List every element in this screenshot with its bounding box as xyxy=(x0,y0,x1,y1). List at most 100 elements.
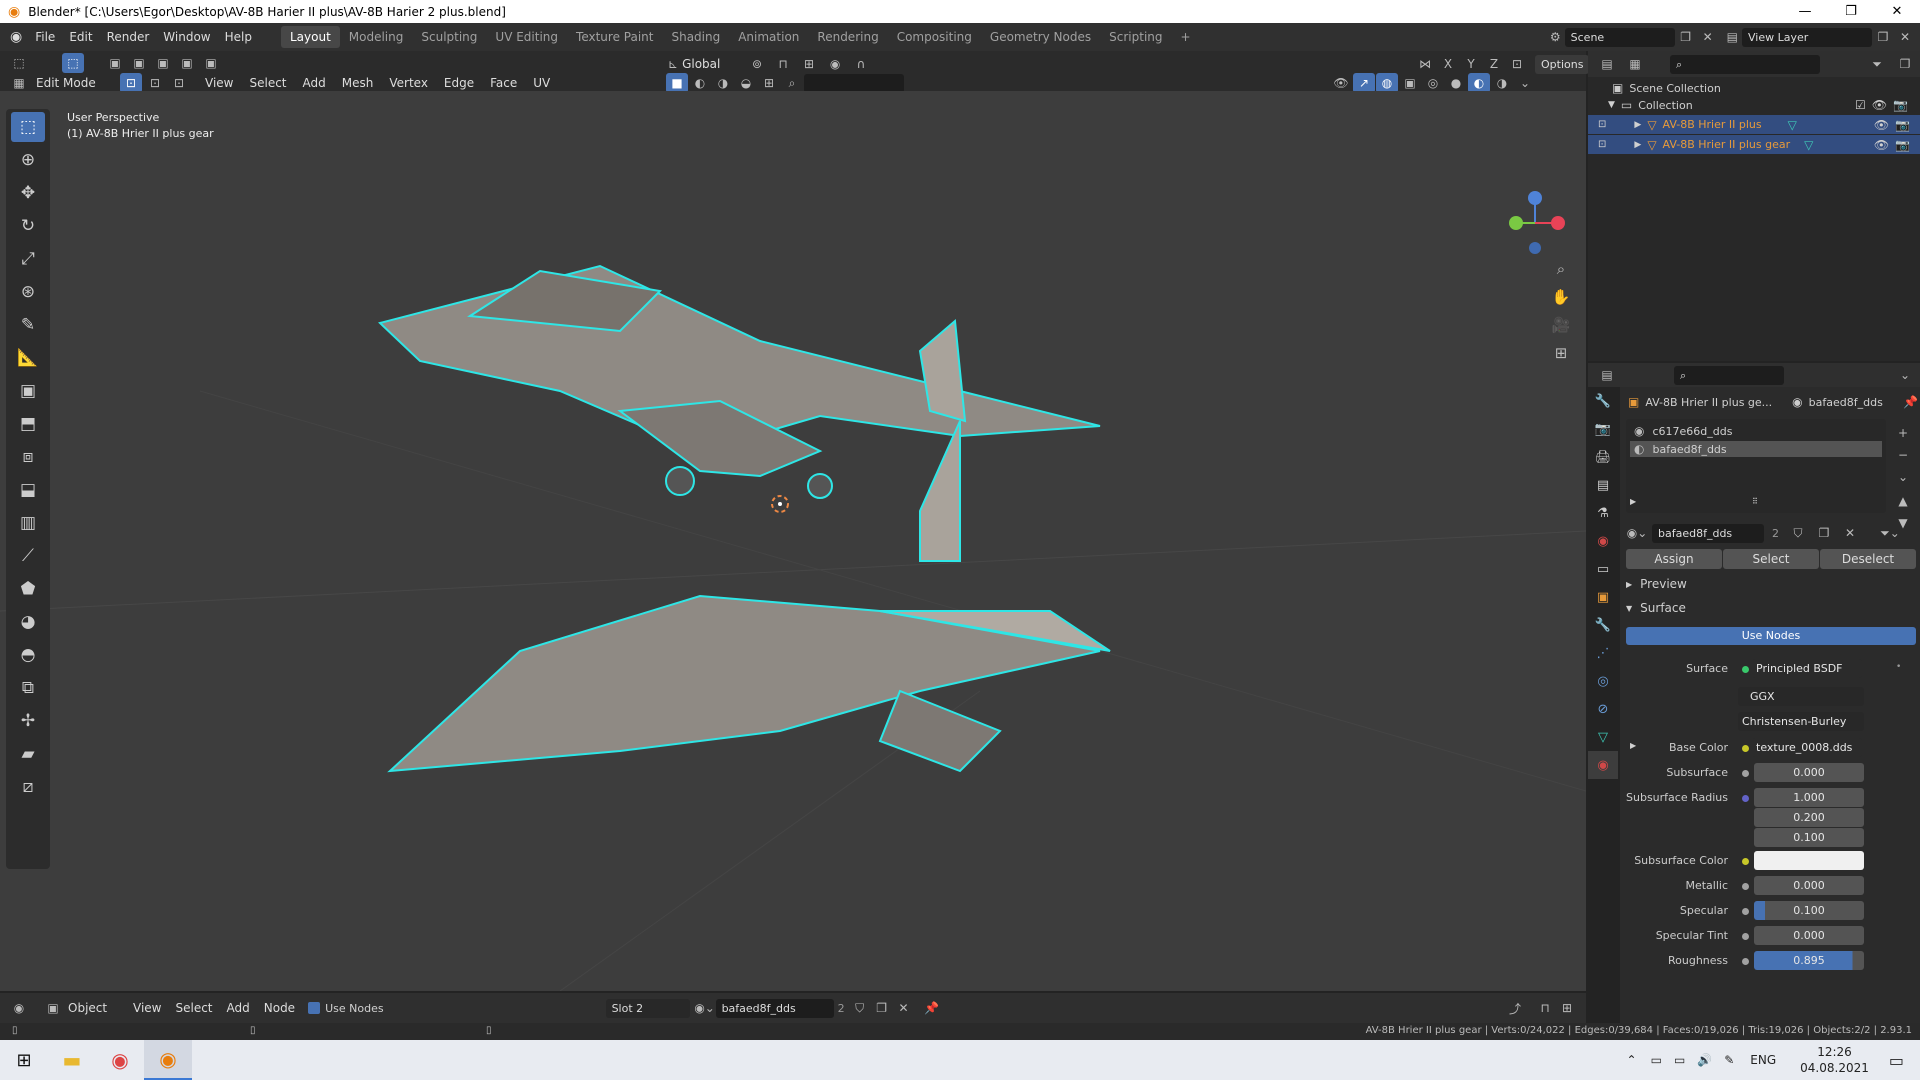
slot-specials-icon[interactable]: ⌄ xyxy=(1892,467,1914,487)
measure-tool-icon[interactable]: 📐 xyxy=(11,343,45,373)
surface-shader-field[interactable]: Principled BSDF xyxy=(1752,659,1862,678)
slot-dropdown[interactable]: Slot 2 xyxy=(605,998,690,1018)
add-workspace-icon[interactable]: + xyxy=(1172,26,1200,48)
tool-tab-icon[interactable]: 🔧 xyxy=(1588,387,1618,415)
ortho-grid-icon[interactable]: ⊞ xyxy=(1550,343,1572,363)
properties-search-input[interactable]: ⌕ xyxy=(1674,365,1784,385)
edge-slide-tool-icon[interactable]: ⧉ xyxy=(11,673,45,703)
output-tab-icon[interactable]: 🖨 xyxy=(1588,443,1618,471)
rotate-tool-icon[interactable]: ↻ xyxy=(11,211,45,241)
mesh-mode-icon[interactable]: ▦ xyxy=(8,73,30,93)
texture-icon[interactable]: ◑ xyxy=(712,73,734,93)
proportional-edit-icon[interactable]: ◉ xyxy=(824,54,846,74)
browse-material-icon[interactable]: ◉⌄ xyxy=(694,998,716,1018)
preview-panel-header[interactable]: ▶ Preview xyxy=(1626,577,1687,591)
list-resize-handle[interactable]: ⠿ xyxy=(1752,497,1758,506)
unlink-material-icon[interactable]: ✕ xyxy=(1839,523,1861,543)
file-explorer-icon[interactable]: ▬ xyxy=(48,1040,96,1080)
blender-taskbar-icon[interactable]: ◉ xyxy=(144,1040,192,1080)
windows-start-icon[interactable]: ⊞ xyxy=(0,1040,48,1080)
options-dropdown[interactable]: Options xyxy=(1535,54,1590,74)
mirror-icon[interactable]: ⋈ xyxy=(1414,54,1436,74)
scene-collection-label[interactable]: Scene Collection xyxy=(1629,82,1720,95)
object-camera-icon[interactable]: 📷 xyxy=(1895,118,1910,132)
object-eye-icon[interactable]: 👁 xyxy=(1874,118,1889,132)
expand-arrow-icon[interactable]: ▶ xyxy=(1634,140,1641,150)
shrink-fatten-tool-icon[interactable]: ✢ xyxy=(11,706,45,736)
select-mode-extend-icon[interactable]: ▣ xyxy=(128,53,150,73)
tab-compositing[interactable]: Compositing xyxy=(888,26,981,48)
material-tab-icon[interactable]: ◉ xyxy=(1588,751,1618,779)
roughness-field[interactable]: 0.895 xyxy=(1754,951,1864,970)
fake-user-icon[interactable]: ⛉ xyxy=(1787,523,1809,543)
edit-mode-icon[interactable]: ⊡ xyxy=(1598,119,1606,130)
tab-scripting[interactable]: Scripting xyxy=(1100,26,1171,48)
object-camera-icon[interactable]: 📷 xyxy=(1895,138,1910,152)
loop-cut-tool-icon[interactable]: ▥ xyxy=(11,508,45,538)
collection-camera-icon[interactable]: 📷 xyxy=(1893,98,1908,112)
edit-mode-icon[interactable]: ⊡ xyxy=(1598,139,1606,150)
metallic-field[interactable]: 0.000 xyxy=(1754,876,1864,895)
constraints-tab-icon[interactable]: ⊘ xyxy=(1588,695,1618,723)
menu-window[interactable]: Window xyxy=(156,26,217,48)
tab-geometry-nodes[interactable]: Geometry Nodes xyxy=(981,26,1100,48)
object-label[interactable]: AV-8B Hrier II plus xyxy=(1663,118,1762,131)
material-icon[interactable]: ◒ xyxy=(735,73,757,93)
editor-type-icon[interactable]: ⬚ xyxy=(8,53,30,73)
menu-render[interactable]: Render xyxy=(100,26,157,48)
clock[interactable]: 12:26 04.08.2021 xyxy=(1800,1044,1869,1076)
menu-edit[interactable]: Edit xyxy=(62,26,99,48)
visibility-icon[interactable]: 👁 xyxy=(1330,73,1352,93)
duplicate-material-icon[interactable]: ❐ xyxy=(1813,523,1835,543)
shader-editor-type-icon[interactable]: ◉ xyxy=(8,998,30,1018)
edge-select-icon[interactable]: ⊡ xyxy=(144,73,166,93)
tab-sculpting[interactable]: Sculpting xyxy=(412,26,486,48)
pan-hand-icon[interactable]: ✋ xyxy=(1550,287,1572,307)
delete-view-layer-icon[interactable]: ✕ xyxy=(1894,27,1916,47)
new-collection-icon[interactable]: ❐ xyxy=(1894,54,1916,74)
view-layer-tab-icon[interactable]: ▤ xyxy=(1588,471,1618,499)
tab-layout[interactable]: Layout xyxy=(280,26,340,48)
menu-help[interactable]: Help xyxy=(218,26,259,48)
tab-animation[interactable]: Animation xyxy=(729,26,808,48)
list-expand-icon[interactable]: ▶ xyxy=(1630,497,1636,506)
view-layer-field[interactable]: View Layer xyxy=(1742,27,1872,47)
scale-tool-icon[interactable]: ⤢ xyxy=(11,244,45,274)
subsurface-radius-x-field[interactable]: 1.000 xyxy=(1754,788,1864,807)
spin-tool-icon[interactable]: ◕ xyxy=(11,607,45,637)
viewport-search-input[interactable] xyxy=(804,73,904,93)
specular-field[interactable]: 0.100 xyxy=(1754,901,1864,920)
material-name-field[interactable]: bafaed8f_dds xyxy=(1652,523,1764,543)
object-type-icon[interactable]: ▣ xyxy=(42,998,64,1018)
tab-rendering[interactable]: Rendering xyxy=(808,26,887,48)
material-shading-icon[interactable]: ◐ xyxy=(1468,73,1490,93)
face-select-icon[interactable]: ⊡ xyxy=(168,73,190,93)
axis-y-toggle[interactable]: Y xyxy=(1460,54,1482,74)
add-slot-icon[interactable]: + xyxy=(1892,423,1914,443)
shear-tool-icon[interactable]: ▰ xyxy=(11,739,45,769)
camera-view-icon[interactable]: 🎥 xyxy=(1550,315,1572,335)
shading-solid-icon[interactable]: ■ xyxy=(666,73,688,93)
select-mode-intersect-icon[interactable]: ▣ xyxy=(200,53,222,73)
minimize-button[interactable]: — xyxy=(1782,0,1828,23)
shader-type-dropdown[interactable]: Object xyxy=(64,1001,126,1015)
xray-toggle-icon[interactable]: ▣ xyxy=(1399,73,1421,93)
tab-uv-editing[interactable]: UV Editing xyxy=(486,26,567,48)
tab-modeling[interactable]: Modeling xyxy=(340,26,413,48)
axis-x-toggle[interactable]: X xyxy=(1437,54,1459,74)
use-nodes-button[interactable]: Use Nodes xyxy=(1626,627,1916,645)
properties-options-icon[interactable]: ⌄ xyxy=(1894,365,1916,385)
duplicate-material-icon[interactable]: ❐ xyxy=(871,998,893,1018)
transform-orientation-dropdown[interactable]: Global xyxy=(682,57,742,71)
3d-viewport[interactable]: User Perspective (1) AV-8B Hrier II plus… xyxy=(0,91,1586,991)
axis-z-toggle[interactable]: Z xyxy=(1483,54,1505,74)
fake-user-icon[interactable]: ⛉ xyxy=(849,998,871,1018)
cursor-tool-icon[interactable]: ⊕ xyxy=(11,145,45,175)
physics-tab-icon[interactable]: ◎ xyxy=(1588,667,1618,695)
select-mode-new-icon[interactable]: ▣ xyxy=(104,53,126,73)
data-tab-icon[interactable]: ▽ xyxy=(1588,723,1618,751)
parent-node-tree-icon[interactable]: ⤴ xyxy=(1504,998,1526,1018)
snap-target-icon[interactable]: ⊞ xyxy=(798,54,820,74)
auto-merge-icon[interactable]: ⊡ xyxy=(1506,54,1528,74)
expand-arrow-icon[interactable]: ▶ xyxy=(1634,120,1641,130)
